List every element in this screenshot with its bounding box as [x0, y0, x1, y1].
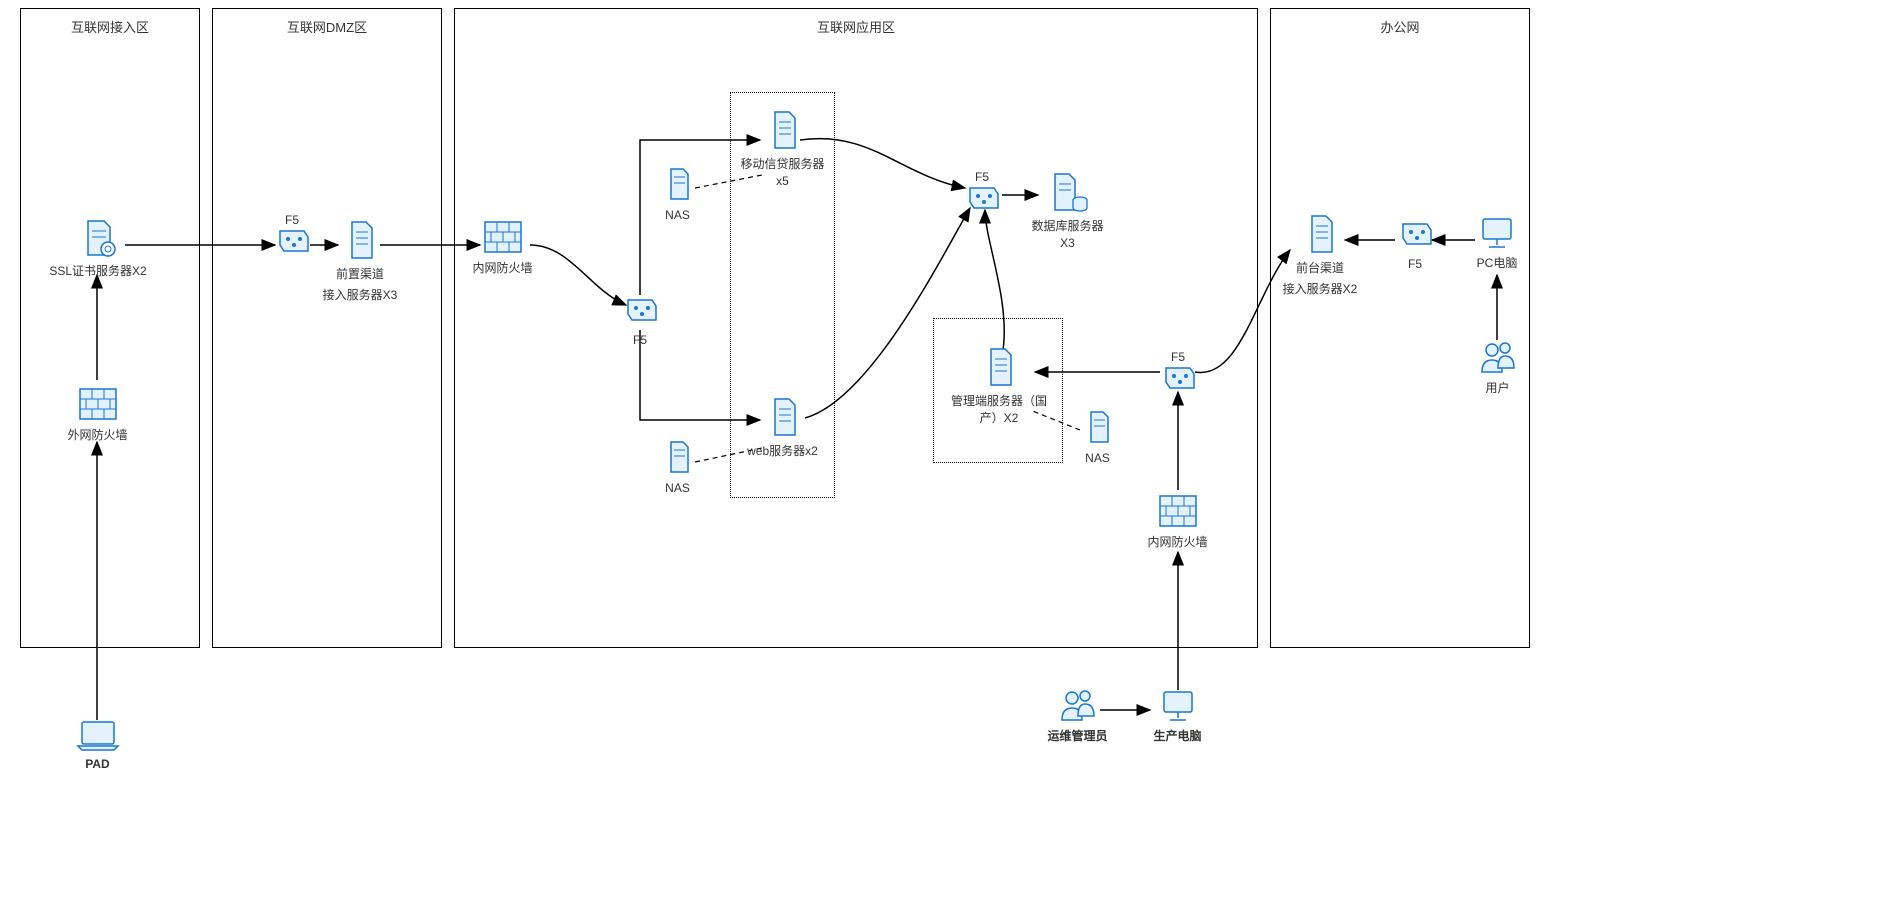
users-icon: [1478, 340, 1518, 376]
label: web服务器x2: [745, 443, 820, 460]
server-icon: [765, 395, 801, 439]
node-mgmt-server: 管理端服务器（国产）X2: [945, 345, 1053, 427]
lb-icon: [1160, 366, 1196, 396]
node-f5-left: F5: [620, 298, 660, 349]
zone-app: 互联网应用区: [454, 8, 1258, 648]
node-int-firewall2: 内网防火墙: [1145, 492, 1210, 551]
firewall-icon: [481, 218, 525, 256]
zone-title: 互联网应用区: [455, 9, 1257, 44]
label: F5: [1395, 256, 1435, 273]
node-prod-pc: 生产电脑: [1150, 688, 1205, 745]
node-db-server: 数据库服务器X3: [1025, 170, 1110, 252]
server-icon: [981, 345, 1017, 389]
label: NAS: [655, 480, 700, 497]
server-db-icon: [1047, 170, 1089, 214]
zone-dmz: 互联网DMZ区: [212, 8, 442, 648]
node-int-firewall: 内网防火墙: [470, 218, 535, 277]
label: PC电脑: [1472, 255, 1522, 272]
node-ext-firewall: 外网防火墙: [65, 385, 130, 444]
node-f5-right: F5: [1158, 345, 1198, 396]
label: 管理端服务器（国产）X2: [945, 393, 1053, 427]
node-ssl: SSL证书服务器X2: [48, 215, 148, 280]
node-front-desk: 前台渠道 接入服务器X2: [1280, 212, 1360, 298]
label: 内网防火墙: [1145, 534, 1210, 551]
server-auth-icon: [76, 215, 120, 259]
lb-icon: [274, 229, 310, 259]
node-ops-admin: 运维管理员: [1045, 688, 1110, 745]
node-nas1: NAS: [655, 165, 700, 224]
label: F5: [962, 169, 1002, 186]
node-pc: PC电脑: [1472, 215, 1522, 272]
label: NAS: [1075, 450, 1120, 467]
node-pad: PAD: [70, 720, 125, 773]
server-icon: [1302, 212, 1338, 256]
node-mobile-loan: 移动信贷服务器x5: [735, 108, 830, 190]
lb-icon: [964, 186, 1000, 216]
zone-title: 办公网: [1271, 9, 1529, 44]
server-icon: [765, 108, 801, 152]
node-front-channel: 前置渠道 接入服务器X3: [320, 218, 400, 304]
label: 数据库服务器X3: [1025, 218, 1110, 252]
label: 外网防火墙: [65, 427, 130, 444]
label: 接入服务器X3: [320, 287, 400, 304]
node-nas2: NAS: [655, 438, 700, 497]
node-f5-top: F5: [962, 165, 1002, 216]
firewall-icon: [1156, 492, 1200, 530]
zone-title: 互联网DMZ区: [213, 9, 441, 44]
label: 前置渠道: [320, 266, 400, 283]
label: 用户: [1475, 380, 1520, 397]
server-icon: [663, 165, 693, 203]
server-icon: [342, 218, 378, 262]
label: 内网防火墙: [470, 260, 535, 277]
desktop-icon: [1158, 688, 1198, 724]
firewall-icon: [76, 385, 120, 423]
node-user: 用户: [1475, 340, 1520, 397]
zone-office: 办公网: [1270, 8, 1530, 648]
desktop-icon: [1477, 215, 1517, 251]
label: F5: [620, 332, 660, 349]
label: 生产电脑: [1150, 728, 1205, 745]
label: 接入服务器X2: [1280, 281, 1360, 298]
node-nas3: NAS: [1075, 408, 1120, 467]
label: F5: [272, 212, 312, 229]
label: F5: [1158, 349, 1198, 366]
node-web-server: web服务器x2: [745, 395, 820, 460]
label: PAD: [70, 756, 125, 773]
diagram-canvas: 互联网接入区 互联网DMZ区 互联网应用区 办公网: [0, 0, 1884, 914]
label: SSL证书服务器X2: [48, 263, 148, 280]
node-f5-office: F5: [1395, 222, 1435, 273]
label: 前台渠道: [1280, 260, 1360, 277]
node-f5-dmz: F5: [272, 208, 312, 259]
server-icon: [1083, 408, 1113, 446]
zone-internet-access: 互联网接入区: [20, 8, 200, 648]
label: 移动信贷服务器x5: [735, 156, 830, 190]
laptop-icon: [76, 720, 120, 752]
users-icon: [1058, 688, 1098, 724]
label: 运维管理员: [1045, 728, 1110, 745]
server-icon: [663, 438, 693, 476]
lb-icon: [1397, 222, 1433, 252]
zone-title: 互联网接入区: [21, 9, 199, 44]
lb-icon: [622, 298, 658, 328]
label: NAS: [655, 207, 700, 224]
